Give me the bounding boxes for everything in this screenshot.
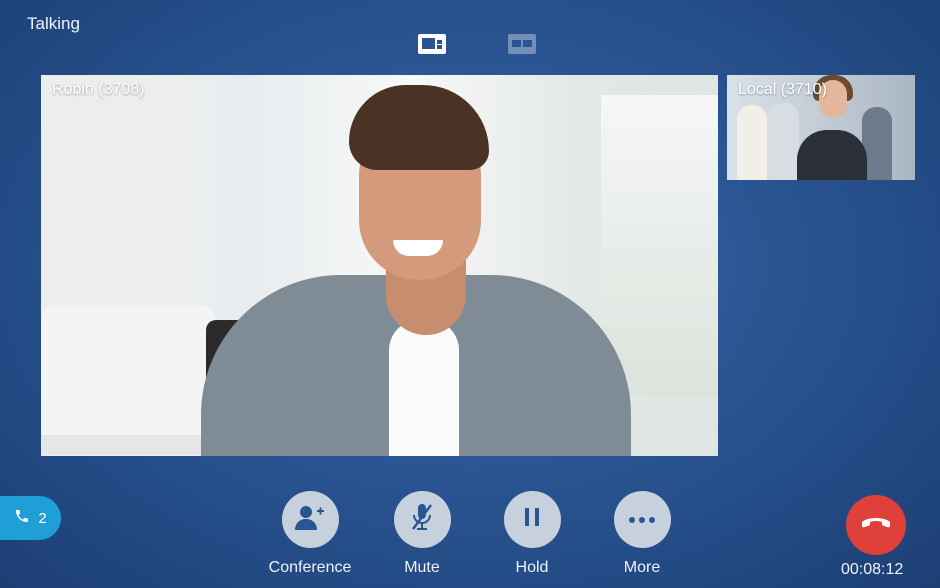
layout-equal-icon-left — [512, 40, 521, 47]
call-timer: 00:08:12 — [841, 561, 904, 578]
end-call-button[interactable] — [846, 495, 906, 555]
local-video[interactable]: Local (3710) — [727, 75, 915, 180]
layout-equal-button[interactable] — [508, 34, 536, 54]
phone-icon — [14, 508, 30, 529]
layout-pip-icon-small2 — [437, 45, 442, 49]
call-count: 2 — [38, 509, 47, 527]
remote-video[interactable]: Robin (3708) — [41, 75, 718, 456]
remote-video-sofa — [41, 305, 216, 455]
hold-label: Hold — [515, 559, 549, 576]
local-participant-label: Local (3710) — [738, 81, 827, 98]
mute-button[interactable]: Mute — [377, 491, 467, 577]
more-label: More — [623, 559, 661, 576]
add-person-icon — [295, 504, 325, 535]
more-button[interactable]: More — [597, 491, 687, 577]
conference-button-circle[interactable] — [281, 491, 339, 548]
call-count-badge[interactable]: 2 — [0, 496, 61, 540]
hold-button-circle[interactable] — [503, 491, 561, 548]
layout-pip-icon-small — [437, 40, 442, 44]
status-title: Talking — [27, 14, 80, 33]
hold-button[interactable]: Hold — [487, 491, 577, 577]
mute-button-circle[interactable] — [393, 491, 451, 548]
layout-pip-icon — [422, 38, 435, 49]
local-video-bg-person-2 — [767, 103, 799, 180]
layout-pip-button[interactable] — [418, 34, 446, 54]
local-video-bg-person-1 — [737, 105, 767, 180]
conference-button[interactable]: Conference — [265, 491, 355, 577]
remote-video-person-hair — [349, 85, 489, 170]
layout-equal-icon-right — [523, 40, 532, 47]
local-video-person-body — [797, 130, 867, 180]
pause-icon — [522, 506, 542, 533]
remote-participant-label: Robin (3708) — [52, 81, 145, 98]
more-button-circle[interactable] — [613, 491, 671, 548]
mute-label: Mute — [404, 559, 440, 576]
hangup-icon — [861, 516, 891, 535]
remote-video-window — [601, 95, 718, 395]
remote-video-person-tee — [389, 320, 459, 456]
more-dots-icon — [628, 511, 656, 529]
mic-muted-icon — [409, 502, 435, 537]
conference-label: Conference — [268, 559, 352, 576]
